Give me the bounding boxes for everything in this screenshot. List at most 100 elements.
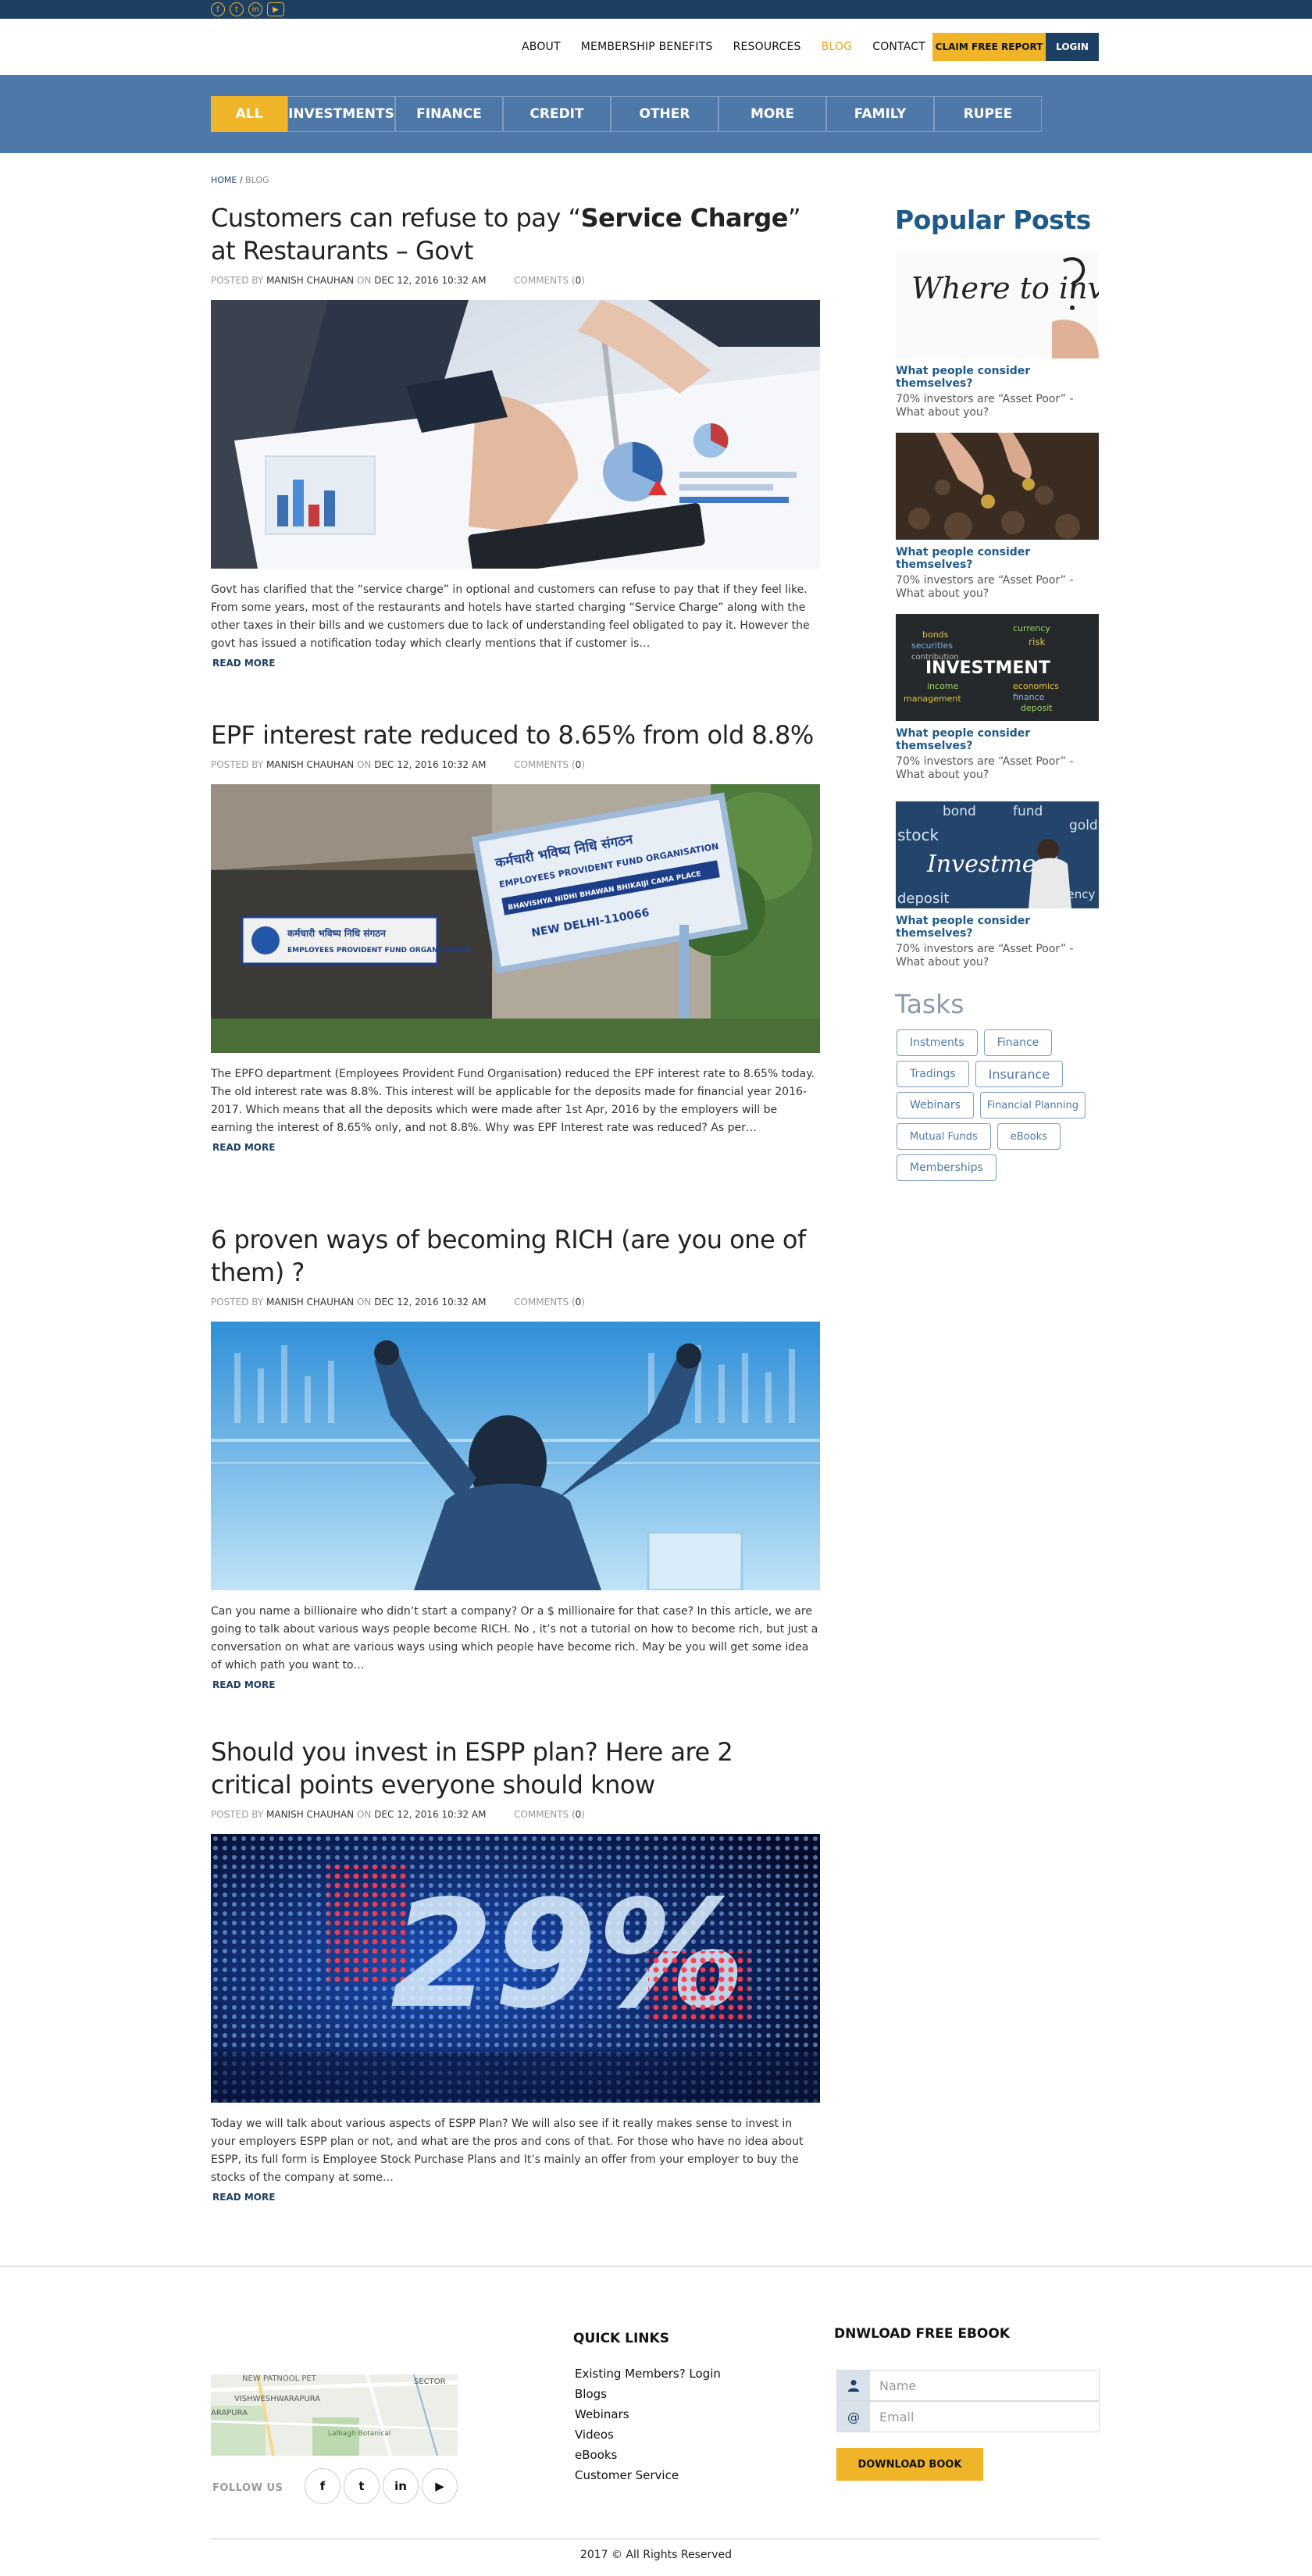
- popular-post-title[interactable]: What people consider themselves?: [896, 915, 1099, 940]
- post-author[interactable]: MANISH CHAUHAN: [266, 1809, 354, 1820]
- email-field[interactable]: @ Email: [836, 2401, 1100, 2432]
- breadcrumb-home[interactable]: HOME: [211, 175, 237, 185]
- tag-financial-planning[interactable]: Financial Planning: [979, 1092, 1086, 1119]
- investment-chalk-fund: fund: [1013, 804, 1043, 819]
- category-other[interactable]: OTHER: [611, 96, 718, 132]
- popular-post[interactable]: bonds securities currency risk INVESTMEN…: [896, 614, 1099, 782]
- popular-post-image[interactable]: Where to invest: [896, 252, 1099, 359]
- nav-resources[interactable]: RESOURCES: [733, 41, 801, 53]
- category-credit[interactable]: CREDIT: [503, 96, 611, 132]
- post-image[interactable]: [211, 300, 820, 569]
- nav-contact[interactable]: CONTACT: [872, 41, 925, 53]
- post-date: DEC 12, 2016 10:32 AM: [374, 1297, 487, 1308]
- tag-ebooks[interactable]: eBooks: [996, 1123, 1061, 1150]
- category-all[interactable]: ALL: [211, 96, 287, 132]
- tag-insurance[interactable]: Insurance: [975, 1061, 1064, 1087]
- popular-post[interactable]: What people consider themselves? 70% inv…: [896, 433, 1099, 601]
- popular-posts-title: Popular Posts: [895, 205, 1091, 235]
- comments-label: COMMENTS (: [514, 759, 576, 770]
- tag-mutual-funds[interactable]: Mutual Funds: [897, 1123, 991, 1150]
- location-map[interactable]: NEW PATNOOL PET VISHWESHWARAPURA ARAPURA…: [211, 2374, 458, 2456]
- posted-by-label: POSTED BY: [211, 1809, 264, 1820]
- name-field[interactable]: Name: [836, 2370, 1100, 2401]
- blog-post: 6 proven ways of becoming RICH (are you …: [211, 1223, 820, 1691]
- tag-webinars[interactable]: Webinars: [897, 1092, 974, 1119]
- posted-by-label: POSTED BY: [211, 275, 264, 286]
- read-more-link[interactable]: READ MORE: [212, 1679, 275, 1690]
- comments-close: ): [581, 1809, 585, 1820]
- epfo-wall-sign-hindi: कर्मचारी भविष्य निधि संगठन: [287, 928, 387, 939]
- quick-link-webinars[interactable]: Webinars: [575, 2404, 721, 2424]
- comments-close: ): [581, 275, 585, 286]
- popular-post-image[interactable]: bonds securities currency risk INVESTMEN…: [896, 614, 1099, 721]
- post-meta: POSTED BY MANISH CHAUHAN ON DEC 12, 2016…: [211, 759, 820, 773]
- popular-post[interactable]: bond fund gold stock Investment deposit …: [896, 801, 1099, 969]
- facebook-icon[interactable]: f: [211, 2, 225, 16]
- blog-post: EPF interest rate reduced to 8.65% from …: [211, 719, 820, 1154]
- facebook-icon[interactable]: f: [305, 2468, 340, 2504]
- post-title[interactable]: Customers can refuse to pay “Service Cha…: [211, 202, 820, 267]
- popular-post-desc: 70% investors are “Asset Poor” - What ab…: [896, 393, 1074, 419]
- post-title[interactable]: EPF interest rate reduced to 8.65% from …: [211, 719, 820, 751]
- quick-links: Existing Members? Login Blogs Webinars V…: [575, 2364, 721, 2485]
- post-author[interactable]: MANISH CHAUHAN: [266, 275, 354, 286]
- post-author[interactable]: MANISH CHAUHAN: [266, 759, 354, 770]
- twitter-icon[interactable]: t: [344, 2468, 380, 2504]
- linkedin-icon[interactable]: in: [248, 2, 262, 16]
- post-image[interactable]: 29%: [211, 1834, 820, 2103]
- popular-post-title[interactable]: What people consider themselves?: [896, 727, 1099, 752]
- popular-post-image[interactable]: [896, 433, 1099, 540]
- post-meta: POSTED BY MANISH CHAUHAN ON DEC 12, 2016…: [211, 1297, 820, 1311]
- read-more-link[interactable]: READ MORE: [212, 2192, 275, 2203]
- category-tabs: ALL INVESTMENTS FINANCE CREDIT OTHER MOR…: [211, 96, 1042, 132]
- quick-link-videos[interactable]: Videos: [575, 2424, 721, 2445]
- read-more-link[interactable]: READ MORE: [212, 1142, 275, 1153]
- nav-blog[interactable]: BLOG: [822, 41, 853, 53]
- quick-link-customer-service[interactable]: Customer Service: [575, 2465, 721, 2485]
- post-author[interactable]: MANISH CHAUHAN: [266, 1297, 354, 1308]
- tag-instments[interactable]: Instments: [897, 1029, 978, 1056]
- quick-link-existing-members-login[interactable]: Existing Members? Login: [575, 2364, 721, 2384]
- map-label-patnool-pet: NEW PATNOOL PET: [242, 2374, 317, 2383]
- post-meta: POSTED BY MANISH CHAUHAN ON DEC 12, 2016…: [211, 275, 820, 289]
- read-more-link[interactable]: READ MORE: [212, 658, 275, 669]
- twitter-icon[interactable]: t: [230, 2, 244, 16]
- post-image[interactable]: कर्मचारी भविष्य निधि संगठन EMPLOYEES PRO…: [211, 784, 820, 1053]
- nav-membership-benefits[interactable]: MEMBERSHIP BENEFITS: [581, 41, 713, 53]
- youtube-icon[interactable]: ▶: [267, 2, 284, 16]
- post-excerpt: Can you name a billionaire who didn’t st…: [211, 1605, 818, 1672]
- post-date: DEC 12, 2016 10:32 AM: [374, 1809, 487, 1820]
- youtube-icon[interactable]: ▶: [422, 2468, 458, 2504]
- category-family[interactable]: FAMILY: [826, 96, 934, 132]
- claim-free-report-button[interactable]: CLAIM FREE REPORT: [932, 33, 1046, 61]
- investment-word-risk: risk: [1029, 637, 1046, 648]
- category-investments[interactable]: INVESTMENTS: [287, 96, 395, 132]
- post-title[interactable]: Should you invest in ESPP plan? Here are…: [211, 1736, 820, 1801]
- posted-by-label: POSTED BY: [211, 1297, 264, 1308]
- investment-chalk-gold: gold: [1069, 818, 1098, 833]
- post-title[interactable]: 6 proven ways of becoming RICH (are you …: [211, 1223, 820, 1289]
- tag-tradings[interactable]: Tradings: [897, 1061, 969, 1087]
- popular-post-title[interactable]: What people consider themselves?: [896, 365, 1099, 390]
- nav-about[interactable]: ABOUT: [522, 41, 561, 53]
- category-finance[interactable]: FINANCE: [395, 96, 503, 132]
- tasks-title: Tasks: [895, 989, 964, 1019]
- tag-memberships[interactable]: Memberships: [897, 1154, 996, 1181]
- tag-finance[interactable]: Finance: [983, 1029, 1053, 1056]
- linkedin-icon[interactable]: in: [383, 2468, 419, 2504]
- category-rupee[interactable]: RUPEE: [934, 96, 1042, 132]
- top-bar: f t in ▶: [0, 0, 1312, 19]
- category-more[interactable]: MORE: [718, 96, 826, 132]
- popular-post-title[interactable]: What people consider themselves?: [896, 546, 1099, 571]
- quick-link-blogs[interactable]: Blogs: [575, 2384, 721, 2404]
- quick-link-ebooks[interactable]: eBooks: [575, 2445, 721, 2465]
- login-button[interactable]: LOGIN: [1046, 33, 1099, 61]
- popular-post-image[interactable]: bond fund gold stock Investment deposit …: [896, 801, 1099, 908]
- post-title-start: Customers can refuse to pay “: [211, 203, 581, 233]
- download-book-button[interactable]: DOWNLOAD BOOK: [836, 2448, 983, 2481]
- map-label-vishweshwarapura: VISHWESHWARAPURA: [234, 2395, 320, 2403]
- popular-post[interactable]: Where to invest What people consider the…: [896, 252, 1099, 419]
- post-image[interactable]: [211, 1322, 820, 1590]
- comments-close: ): [581, 759, 585, 770]
- investment-word-currency: currency: [1013, 623, 1050, 633]
